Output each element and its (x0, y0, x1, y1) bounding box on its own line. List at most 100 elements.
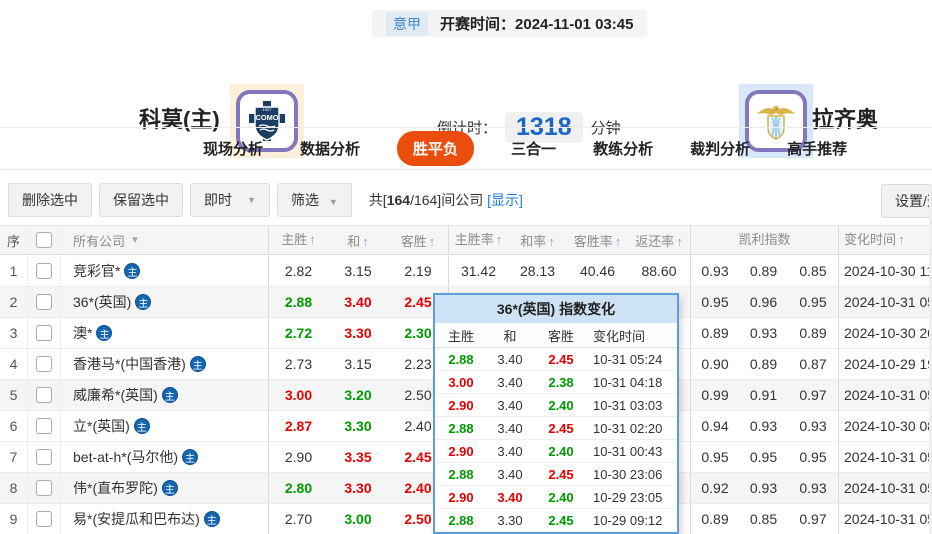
settings-button[interactable]: 设置/选 (881, 184, 932, 218)
odds-cell[interactable]: 2.19 (388, 263, 448, 279)
odds-cell[interactable]: 3.30 (328, 325, 388, 341)
keep-selected-button[interactable]: 保留选中 (99, 182, 183, 217)
company-name[interactable]: 威廉希*(英国) (73, 385, 158, 405)
change-time-cell: 2024-10-30 11:02 (838, 256, 932, 286)
popup-odds-cell: 2.88 (448, 420, 474, 436)
row-checkbox[interactable] (36, 294, 52, 310)
row-seq: 2 (9, 294, 18, 310)
company-cell[interactable]: 伟*(直布罗陀) 主 (60, 473, 268, 503)
odds-cell[interactable]: 2.88 (268, 287, 328, 317)
company-cell[interactable]: 威廉希*(英国) 主 (60, 380, 268, 410)
odds-cell[interactable]: 2.90 (268, 442, 328, 472)
popup-odds-cell: 3.40 (497, 489, 523, 505)
odds-change-popup: 36*(英国) 指数变化 主胜 和 客胜 变化时间 2.88 3.40 2.45 10-31… (433, 293, 679, 534)
popup-odds-cell: 2.90 (448, 443, 474, 459)
select-all-checkbox[interactable] (36, 232, 52, 248)
odds-cell[interactable]: 2.70 (268, 504, 328, 534)
change-time-cell: 2024-10-31 05:31 (838, 442, 932, 472)
popup-odds-cell: 3.40 (497, 351, 523, 367)
tab-胜平负[interactable]: 胜平负 (397, 131, 475, 166)
header-home-odds[interactable]: 主胜 ↑ (268, 226, 328, 254)
company-name[interactable]: 伟*(直布罗陀) (73, 478, 158, 498)
popup-odds-cell: 3.40 (497, 420, 523, 436)
main-company-badge: 主 (182, 449, 199, 465)
kelly-cell: 0.90 (690, 349, 739, 379)
company-count: 共[164/164]间公司 [显示] (369, 190, 523, 210)
row-checkbox[interactable] (36, 356, 52, 372)
show-link[interactable]: [显示] (487, 192, 523, 208)
company-cell[interactable]: 澳* 主 (60, 318, 268, 348)
header-seq: 序 (6, 233, 20, 249)
odds-cell[interactable]: 3.40 (328, 294, 388, 310)
company-cell[interactable]: 易*(安提瓜和巴布达) 主 (60, 504, 268, 534)
odds-cell[interactable]: 2.82 (268, 256, 328, 286)
company-cell[interactable]: bet-at-h*(马尔他) 主 (60, 442, 268, 472)
popup-time-cell: 10-31 00:43 (593, 443, 663, 459)
sort-up-icon: ↑ (428, 233, 436, 249)
odds-cell[interactable]: 3.00 (268, 380, 328, 410)
odds-cell[interactable]: 2.72 (268, 318, 328, 348)
odds-cell[interactable]: 2.87 (268, 411, 328, 441)
odds-cell[interactable]: 2.73 (268, 349, 328, 379)
header-away-odds[interactable]: 客胜 ↑ (388, 231, 448, 250)
kelly-cell: 0.93 (749, 418, 778, 434)
popup-odds-cell: 2.40 (548, 489, 574, 505)
count-prefix: 共[ (368, 191, 387, 208)
delete-selected-button[interactable]: 删除选中 (8, 182, 92, 217)
popup-time-cell: 10-30 23:06 (593, 466, 663, 482)
tab-教练分析[interactable]: 教练分析 (593, 138, 653, 159)
header-payout-rate[interactable]: 返还率 ↑ (628, 231, 690, 250)
company-name[interactable]: 澳* (73, 323, 92, 343)
league-badge[interactable]: 意甲 (386, 11, 428, 36)
change-time-cell: 2024-10-31 05:34 (838, 473, 932, 503)
header-away-rate[interactable]: 客胜率 ↑ (567, 231, 628, 250)
row-checkbox[interactable] (36, 449, 52, 465)
kelly-cell: 0.99 (690, 380, 739, 410)
company-name[interactable]: 易*(安提瓜和巴布达) (73, 509, 200, 529)
row-seq: 1 (9, 263, 18, 279)
change-time-cell: 2024-10-31 05:25 (838, 287, 932, 317)
odds-cell[interactable]: 3.00 (328, 511, 388, 527)
popup-odds-cell: 2.40 (548, 397, 574, 413)
odds-cell[interactable]: 3.30 (328, 418, 388, 434)
tab-数据分析[interactable]: 数据分析 (300, 138, 360, 159)
odds-cell[interactable]: 3.20 (328, 387, 388, 403)
company-cell[interactable]: 香港马*(中国香港) 主 (60, 349, 268, 379)
popup-row: 3.00 3.40 2.38 10-31 04:18 (435, 371, 677, 394)
company-name[interactable]: 香港马*(中国香港) (73, 354, 186, 374)
popup-header-2: 客胜 (547, 328, 574, 344)
header-company[interactable]: 所有公司 ▼ (60, 226, 268, 254)
row-checkbox[interactable] (36, 511, 52, 527)
odds-cell[interactable]: 3.30 (328, 480, 388, 496)
row-checkbox[interactable] (36, 387, 52, 403)
tab-三合一[interactable]: 三合一 (511, 138, 556, 159)
row-checkbox[interactable] (36, 480, 52, 496)
company-name[interactable]: 立*(英国) (73, 416, 130, 436)
company-name[interactable]: 36*(英国) (73, 292, 131, 312)
header-draw-odds[interactable]: 和 ↑ (328, 231, 388, 250)
tab-高手推荐[interactable]: 高手推荐 (787, 138, 847, 159)
tab-现场分析[interactable]: 现场分析 (203, 138, 263, 159)
company-cell[interactable]: 立*(英国) 主 (60, 411, 268, 441)
company-cell[interactable]: 36*(英国) 主 (60, 287, 268, 317)
company-name[interactable]: bet-at-h*(马尔他) (73, 447, 178, 467)
company-name[interactable]: 竞彩官* (73, 261, 120, 281)
row-checkbox[interactable] (36, 325, 52, 341)
live-dropdown[interactable]: 即时 ▼ (190, 182, 270, 217)
filter-dropdown[interactable]: 筛选 ▼ (277, 182, 352, 217)
row-checkbox[interactable] (36, 418, 52, 434)
odds-cell[interactable]: 3.15 (328, 263, 388, 279)
tab-裁判分析[interactable]: 裁判分析 (690, 138, 750, 159)
rate-cell: 88.60 (641, 263, 677, 279)
header-draw-rate[interactable]: 和率 ↑ (508, 231, 567, 250)
header-home-rate[interactable]: 主胜率 ↑ (448, 226, 508, 254)
popup-odds-cell: 2.38 (548, 374, 574, 390)
odds-cell[interactable]: 3.35 (328, 449, 388, 465)
popup-odds-cell: 2.88 (448, 351, 474, 367)
row-checkbox[interactable] (36, 263, 52, 279)
odds-cell[interactable]: 3.15 (328, 356, 388, 372)
odds-cell[interactable]: 2.80 (268, 473, 328, 503)
header-change-time[interactable]: 变化时间 ↑ (838, 226, 932, 254)
popup-odds-cell: 2.45 (548, 512, 574, 528)
company-cell[interactable]: 竞彩官* 主 (60, 256, 268, 286)
